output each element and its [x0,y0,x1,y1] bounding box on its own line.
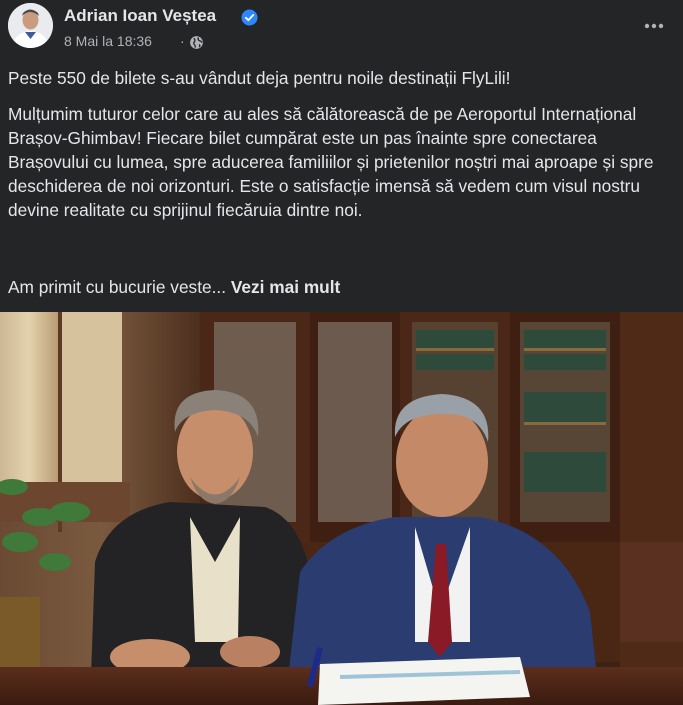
post-photo[interactable] [0,312,683,705]
post-header: Adrian Ioan Veștea 8 Mai la 18:36 · [0,0,683,60]
post-timestamp[interactable]: 8 Mai la 18:36 [64,33,152,49]
meta-separator: · [180,33,185,49]
author-name[interactable]: Adrian Ioan Veștea [64,6,216,26]
verified-badge-icon [241,9,258,26]
globe-icon[interactable] [189,35,204,50]
author-avatar[interactable] [8,3,53,48]
more-options-icon[interactable] [636,8,672,44]
facebook-post: Adrian Ioan Veștea 8 Mai la 18:36 · Pest… [0,0,683,705]
post-text-preview: Am primit cu bucurie veste... Vezi mai m… [8,275,676,299]
post-text-body: Mulțumim tuturor celor care au ales să c… [8,104,654,220]
post-text-headline: Peste 550 de bilete s-au vândut deja pen… [8,68,511,88]
post-text-truncated: Am primit cu bucurie veste... [8,277,231,297]
see-more-link[interactable]: Vezi mai mult [231,277,340,297]
